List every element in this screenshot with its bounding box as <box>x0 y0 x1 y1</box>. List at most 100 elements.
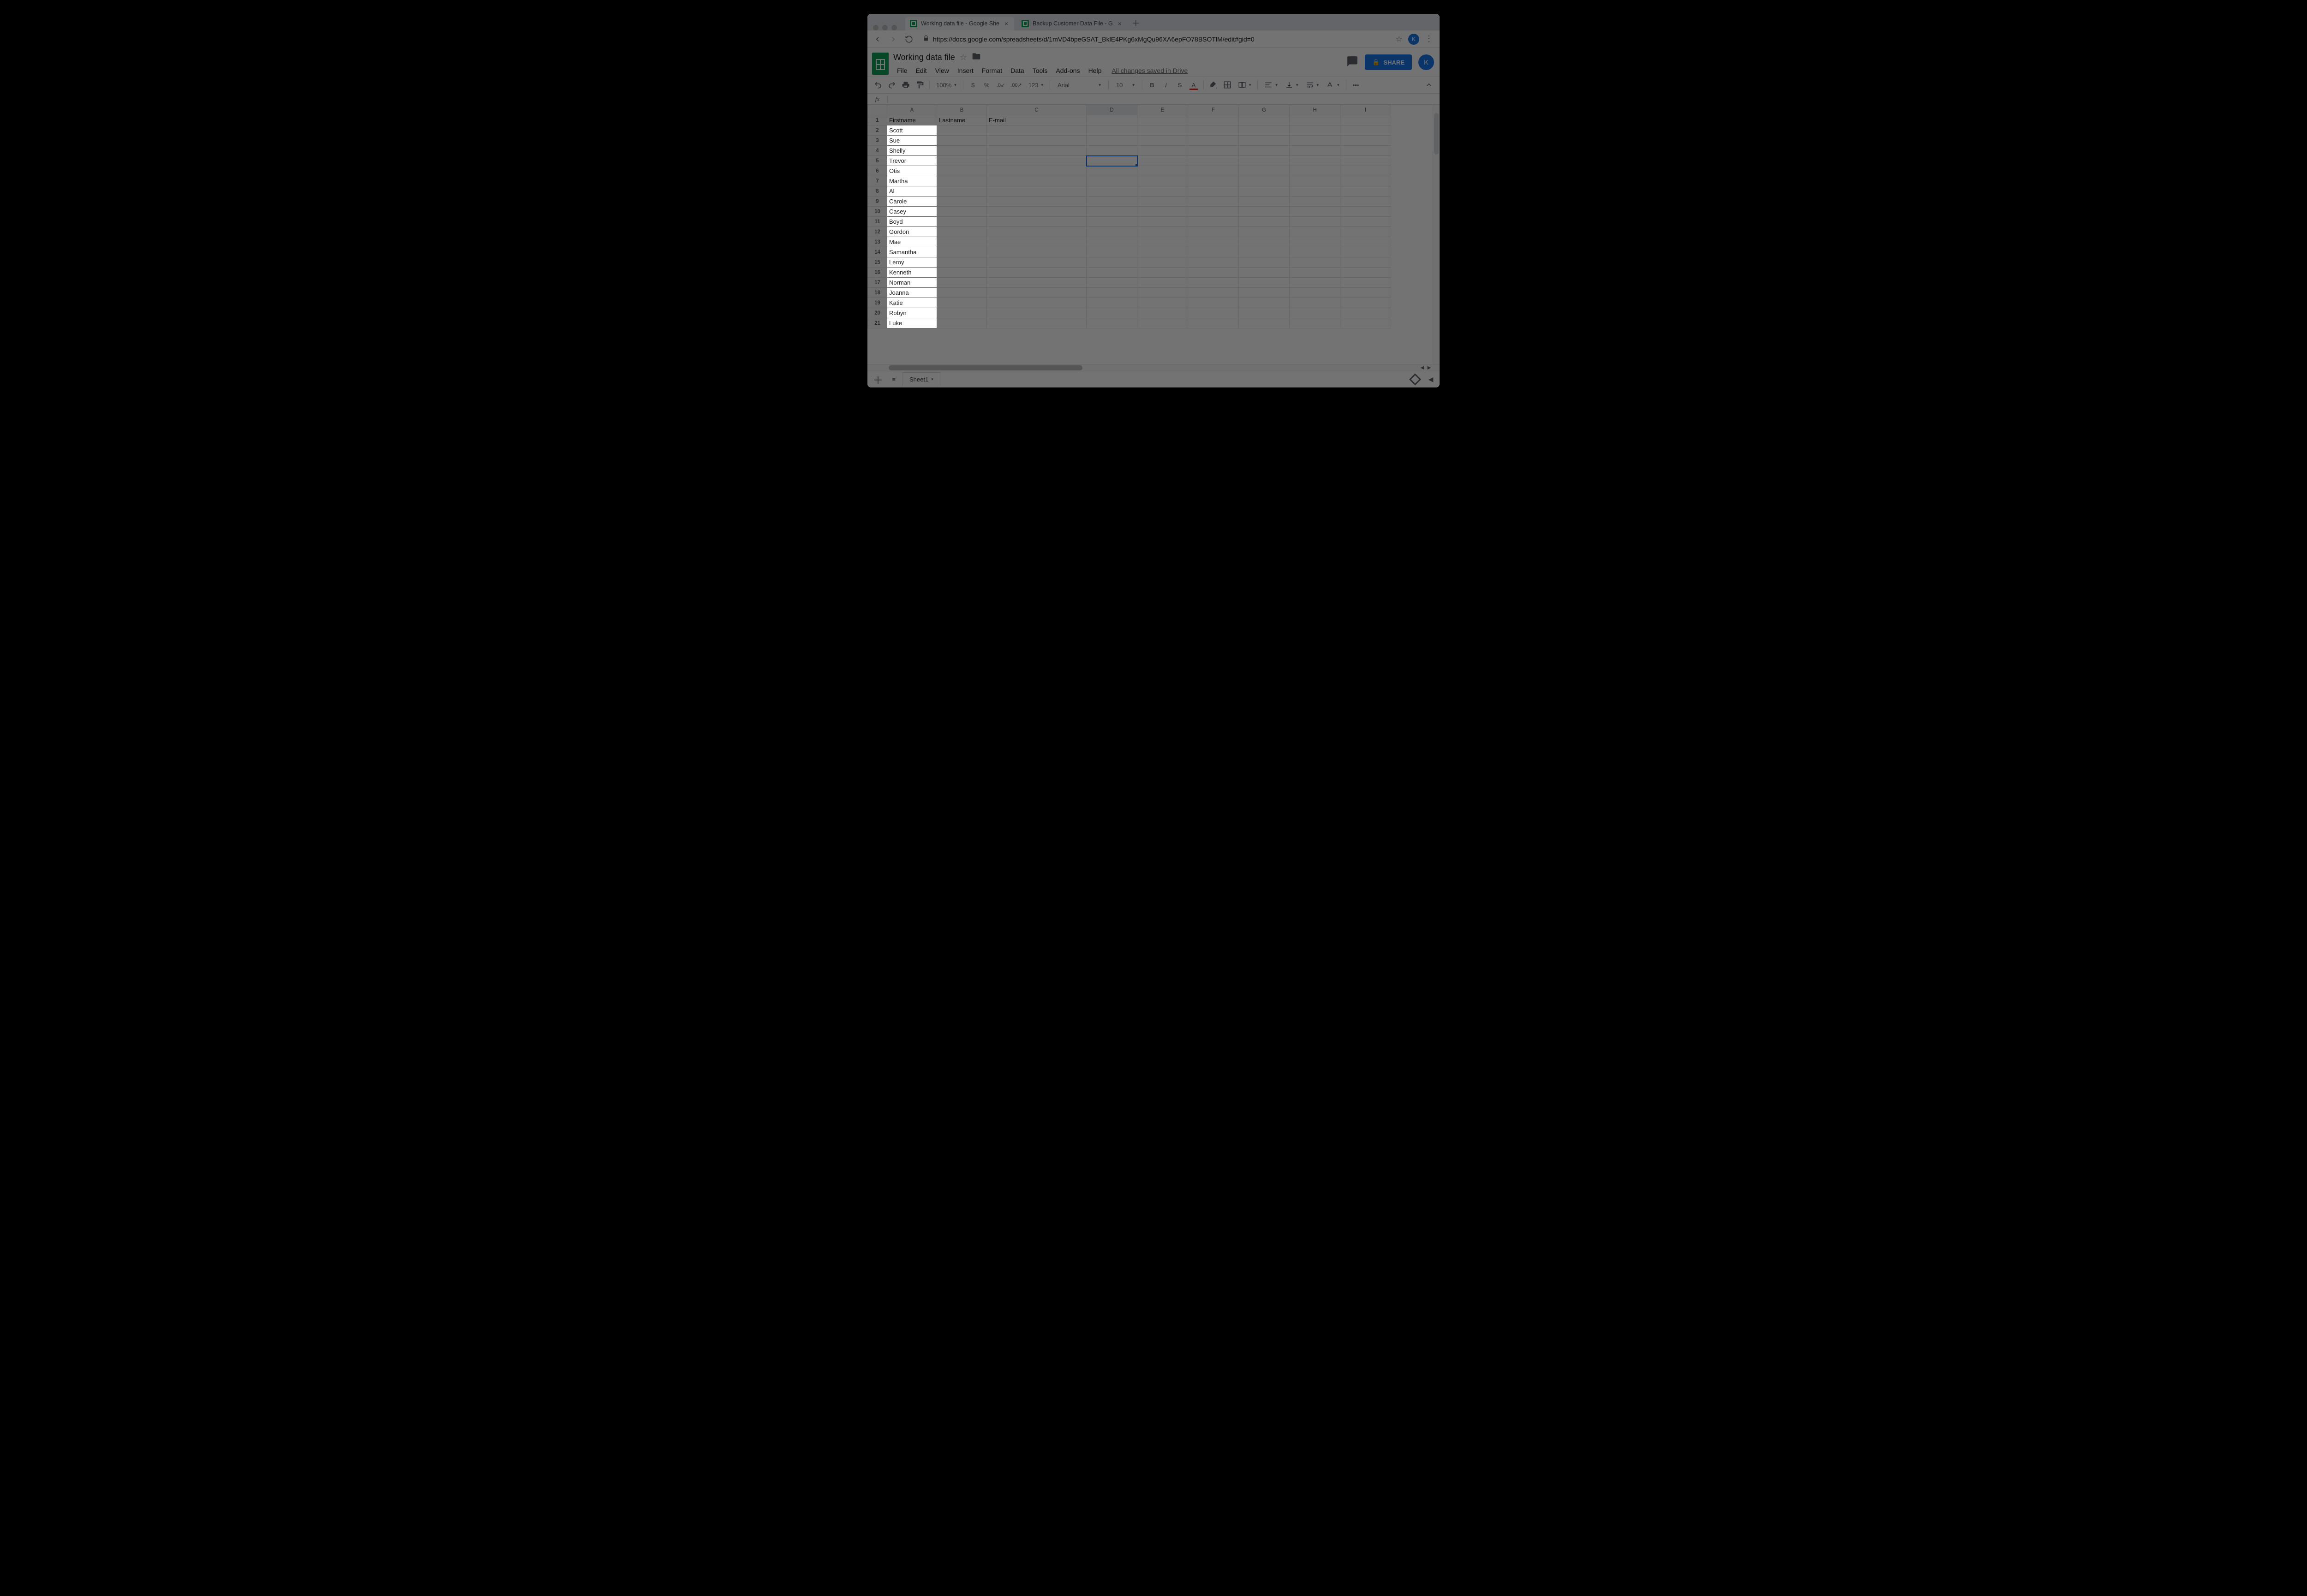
cell[interactable] <box>1087 146 1137 156</box>
row-header[interactable]: 12 <box>868 227 887 237</box>
cell[interactable] <box>1137 197 1188 207</box>
cell[interactable] <box>1087 166 1137 176</box>
row-header[interactable]: 3 <box>868 136 887 146</box>
cell[interactable] <box>1087 247 1137 257</box>
account-avatar[interactable]: K <box>1418 54 1434 70</box>
decrease-decimal-icon[interactable]: .0↙ <box>995 79 1007 91</box>
cell[interactable] <box>1340 268 1391 278</box>
currency-icon[interactable]: $ <box>967 79 979 91</box>
cell[interactable] <box>1340 156 1391 166</box>
row-header[interactable]: 5 <box>868 156 887 166</box>
cell[interactable] <box>1239 197 1290 207</box>
cell[interactable] <box>937 136 987 146</box>
cell[interactable] <box>1188 146 1239 156</box>
cell[interactable] <box>987 318 1087 328</box>
side-panel-toggle-icon[interactable]: ◀ <box>1426 375 1436 383</box>
cell[interactable] <box>1087 278 1137 288</box>
cell[interactable] <box>1340 308 1391 318</box>
text-color-icon[interactable]: A <box>1188 79 1200 91</box>
row-header[interactable]: 7 <box>868 176 887 186</box>
cell[interactable] <box>987 176 1087 186</box>
cell[interactable] <box>1087 115 1137 125</box>
cell[interactable]: Leroy <box>887 257 937 268</box>
cell[interactable]: Carole <box>887 197 937 207</box>
cell[interactable] <box>1188 186 1239 197</box>
cell[interactable] <box>1239 247 1290 257</box>
column-header[interactable]: D <box>1087 105 1137 115</box>
merge-cells-icon[interactable]: ▾ <box>1235 79 1254 91</box>
cell[interactable] <box>1087 186 1137 197</box>
cell[interactable]: Boyd <box>887 217 937 227</box>
cell[interactable] <box>1239 318 1290 328</box>
cell[interactable] <box>1290 136 1340 146</box>
cell[interactable] <box>987 247 1087 257</box>
cell[interactable] <box>937 308 987 318</box>
row-header[interactable]: 14 <box>868 247 887 257</box>
cell[interactable] <box>987 197 1087 207</box>
doc-title[interactable]: Working data file <box>893 53 955 62</box>
cell[interactable] <box>1290 146 1340 156</box>
cell[interactable] <box>1290 207 1340 217</box>
cell[interactable] <box>1290 278 1340 288</box>
cell[interactable] <box>1239 298 1290 308</box>
spreadsheet-grid[interactable]: ABCDEFGHI 1FirstnameLastnameE-mail2Scott… <box>867 105 1440 364</box>
traffic-light-close[interactable] <box>873 25 879 30</box>
cell[interactable] <box>1137 318 1188 328</box>
tab-close-icon[interactable]: × <box>1117 20 1123 27</box>
cell[interactable] <box>937 156 987 166</box>
cell[interactable] <box>987 288 1087 298</box>
column-header[interactable]: C <box>987 105 1087 115</box>
cell[interactable] <box>1290 257 1340 268</box>
cell[interactable] <box>1340 186 1391 197</box>
cell[interactable] <box>1087 308 1137 318</box>
menu-tools[interactable]: Tools <box>1029 65 1052 76</box>
cell[interactable] <box>1290 115 1340 125</box>
cell[interactable] <box>937 298 987 308</box>
cell[interactable]: Firstname <box>887 115 937 125</box>
menu-insert[interactable]: Insert <box>954 65 977 76</box>
cell[interactable] <box>1290 288 1340 298</box>
traffic-light-minimize[interactable] <box>882 25 888 30</box>
cell[interactable] <box>1188 318 1239 328</box>
cell[interactable] <box>1290 217 1340 227</box>
bookmark-star-icon[interactable]: ☆ <box>1393 33 1405 46</box>
cell[interactable] <box>1087 136 1137 146</box>
cell[interactable] <box>1137 125 1188 136</box>
cell[interactable] <box>1188 125 1239 136</box>
row-header[interactable]: 20 <box>868 308 887 318</box>
cell[interactable] <box>1340 288 1391 298</box>
cell[interactable]: Kenneth <box>887 268 937 278</box>
cell[interactable] <box>1340 227 1391 237</box>
row-header[interactable]: 10 <box>868 207 887 217</box>
cell[interactable] <box>937 125 987 136</box>
cell[interactable] <box>1087 298 1137 308</box>
row-header[interactable]: 17 <box>868 278 887 288</box>
bold-icon[interactable]: B <box>1146 79 1158 91</box>
cell[interactable] <box>1137 298 1188 308</box>
browser-tab-inactive[interactable]: Backup Customer Data File - G × <box>1017 17 1128 30</box>
cell[interactable] <box>1188 237 1239 247</box>
cell[interactable] <box>1087 237 1137 247</box>
cell[interactable]: Sue <box>887 136 937 146</box>
cell[interactable] <box>987 217 1087 227</box>
cell[interactable] <box>1137 166 1188 176</box>
cell[interactable] <box>1340 217 1391 227</box>
cell[interactable] <box>937 247 987 257</box>
cell[interactable] <box>1340 247 1391 257</box>
increase-decimal-icon[interactable]: .00↗ <box>1009 79 1024 91</box>
cell[interactable] <box>1188 136 1239 146</box>
cell[interactable] <box>1290 197 1340 207</box>
cell[interactable] <box>937 217 987 227</box>
zoom-select[interactable]: 100%▾ <box>933 79 959 91</box>
cell[interactable] <box>1087 125 1137 136</box>
cell[interactable] <box>1290 176 1340 186</box>
cell[interactable] <box>1188 257 1239 268</box>
cell[interactable] <box>987 136 1087 146</box>
cell[interactable] <box>987 125 1087 136</box>
cell[interactable]: Al <box>887 186 937 197</box>
cell[interactable]: Gordon <box>887 227 937 237</box>
horizontal-scrollbar[interactable]: ◀ ▶ <box>867 364 1440 371</box>
share-button[interactable]: 🔒 SHARE <box>1365 54 1412 70</box>
menu-help[interactable]: Help <box>1085 65 1106 76</box>
cell[interactable] <box>987 227 1087 237</box>
